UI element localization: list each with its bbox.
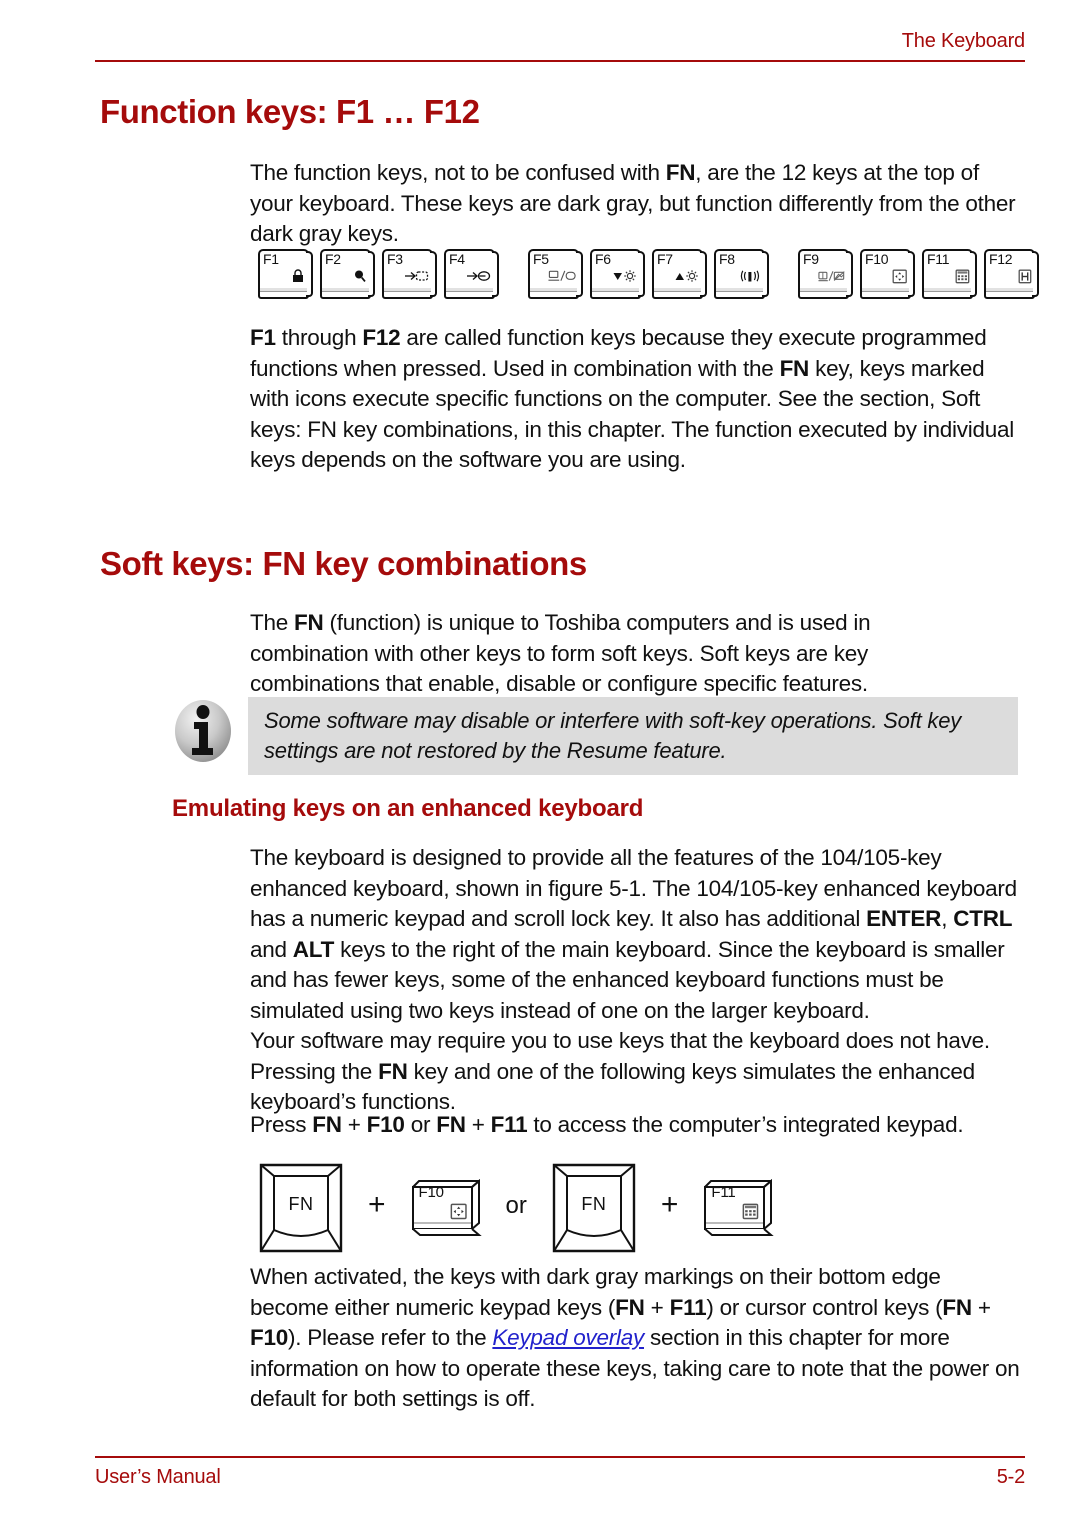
touchpad-icon (818, 268, 846, 284)
key-label: F5 (533, 251, 549, 267)
numeric-keypad-icon (942, 268, 970, 284)
key-group-f9-f12: F9 F10 F11 F12 (798, 249, 1046, 299)
page-footer: User’s Manual 5-2 (95, 1456, 1025, 1489)
key-label: F3 (387, 251, 403, 267)
brightness-up-icon (672, 268, 700, 284)
function-key-f5: F5 (528, 249, 585, 299)
fn-key-label: FN (581, 1193, 607, 1214)
emph-fn: FN (312, 1112, 342, 1137)
emph-ctrl: CTRL (953, 906, 1013, 931)
emph-fn: FN (942, 1294, 972, 1320)
function-key-f10: F10 (860, 249, 917, 299)
note-box: Some software may disable or interfere w… (248, 697, 1018, 775)
key-label: F9 (803, 251, 819, 267)
cursor-overlay-icon (450, 1203, 468, 1220)
emph-f11: F11 (669, 1294, 707, 1320)
brightness-down-icon (610, 268, 638, 284)
paragraph-f1-f12: F1 through F12 are called function keys … (250, 325, 1015, 472)
plus-sign-1: + (368, 1188, 386, 1221)
paragraph-fn-intro: The FN (function) is unique to Toshiba c… (250, 610, 871, 696)
function-key-strip: F1 F2 F3 F4 F5 F6 F7 F8 F9 F10 F11 F12 (258, 249, 1046, 299)
padlock-icon (278, 268, 306, 284)
fn-keycap-1: FN (258, 1162, 344, 1254)
key-group-f1-f4: F1 F2 F3 F4 (258, 249, 506, 299)
fn-keycap-2: FN (551, 1162, 637, 1254)
footer-divider (95, 1456, 1025, 1458)
fn-combination-figure: FN + F10 or FN + F11 (258, 1158, 775, 1258)
page-title-soft-keys: Soft keys: FN key combinations (100, 545, 587, 582)
wireless-icon (734, 268, 762, 284)
emph-fn: FN (378, 1058, 408, 1084)
emph-fn: FN (615, 1294, 645, 1320)
display-switch-icon (548, 268, 576, 284)
document-page: The Keyboard Function keys: F1 … F12 The… (0, 0, 1080, 1530)
function-key-f12: F12 (984, 249, 1041, 299)
key-label: F10 (865, 251, 889, 267)
standby-arrow-icon (402, 268, 430, 284)
key-label: F8 (719, 251, 735, 267)
function-key-f6: F6 (590, 249, 647, 299)
cursor-overlay-icon (880, 268, 908, 284)
function-key-f1: F1 (258, 249, 315, 299)
key-label: F1 (263, 251, 279, 267)
plus-sign-2: + (660, 1188, 679, 1221)
scroll-lock-icon (1004, 268, 1032, 284)
f10-keycap: F10 (410, 1179, 482, 1237)
hibernate-arrow-icon (464, 268, 492, 284)
key-label: F11 (927, 251, 950, 267)
paragraph-when-activated: When activated, the keys with dark gray … (250, 1264, 1020, 1411)
keypad-overlay-link[interactable]: Keypad overlay (492, 1325, 644, 1350)
section-title-emulating-keys: Emulating keys on an enhanced keyboard (172, 795, 644, 822)
function-key-f2: F2 (320, 249, 377, 299)
chapter-title: The Keyboard (901, 30, 1025, 52)
emph-fn: FN (779, 355, 810, 381)
header-divider (95, 60, 1025, 62)
emph-f11: F11 (490, 1112, 528, 1137)
key-label: F12 (989, 251, 1013, 267)
paragraph-press-fn: Press FN + F10 or FN + F11 to access the… (250, 1112, 964, 1137)
key-label: F4 (449, 251, 465, 267)
emph-enter: ENTER (866, 906, 942, 931)
f11-key-label: F11 (711, 1184, 736, 1201)
key-group-f5-f8: F5 F6 F7 F8 (528, 249, 776, 299)
page-title-function-keys: Function keys: F1 … F12 (100, 93, 480, 130)
emph-f1: F1 (250, 325, 276, 350)
magnifier-icon (340, 268, 368, 284)
function-key-f8: F8 (714, 249, 771, 299)
fn-key-label: FN (288, 1193, 314, 1214)
paragraph-enhanced-keyboard: The keyboard is designed to provide all … (250, 845, 1017, 1023)
function-key-f9: F9 (798, 249, 855, 299)
function-key-f11: F11 (922, 249, 979, 299)
f11-keycap: F11 (702, 1179, 775, 1237)
footer-page-number: 5-2 (996, 1466, 1026, 1488)
note-text: Some software may disable or interfere w… (264, 708, 962, 763)
emph-alt: ALT (292, 936, 335, 962)
function-key-f4: F4 (444, 249, 501, 299)
emph-f12: F12 (362, 325, 401, 350)
emph-f10: F10 (250, 1325, 289, 1350)
emph-f10: F10 (366, 1112, 405, 1137)
function-key-f7: F7 (652, 249, 709, 299)
key-label: F2 (325, 251, 341, 267)
page-header: The Keyboard (95, 28, 1025, 62)
footer-manual-label: User’s Manual (95, 1466, 221, 1488)
f10-key-label: F10 (418, 1184, 444, 1201)
paragraph-intro: The function keys, not to be confused wi… (250, 160, 1016, 246)
or-label: or (505, 1192, 527, 1219)
emph-fn: FN (294, 610, 324, 635)
numeric-keypad-icon (742, 1203, 760, 1220)
emph-fn: FN (665, 160, 696, 185)
key-label: F6 (595, 251, 611, 267)
function-key-f3: F3 (382, 249, 439, 299)
key-label: F7 (657, 251, 673, 267)
emph-fn: FN (436, 1112, 466, 1137)
paragraph-your-software: Your software may require you to use key… (250, 1028, 990, 1114)
info-icon (172, 698, 234, 764)
